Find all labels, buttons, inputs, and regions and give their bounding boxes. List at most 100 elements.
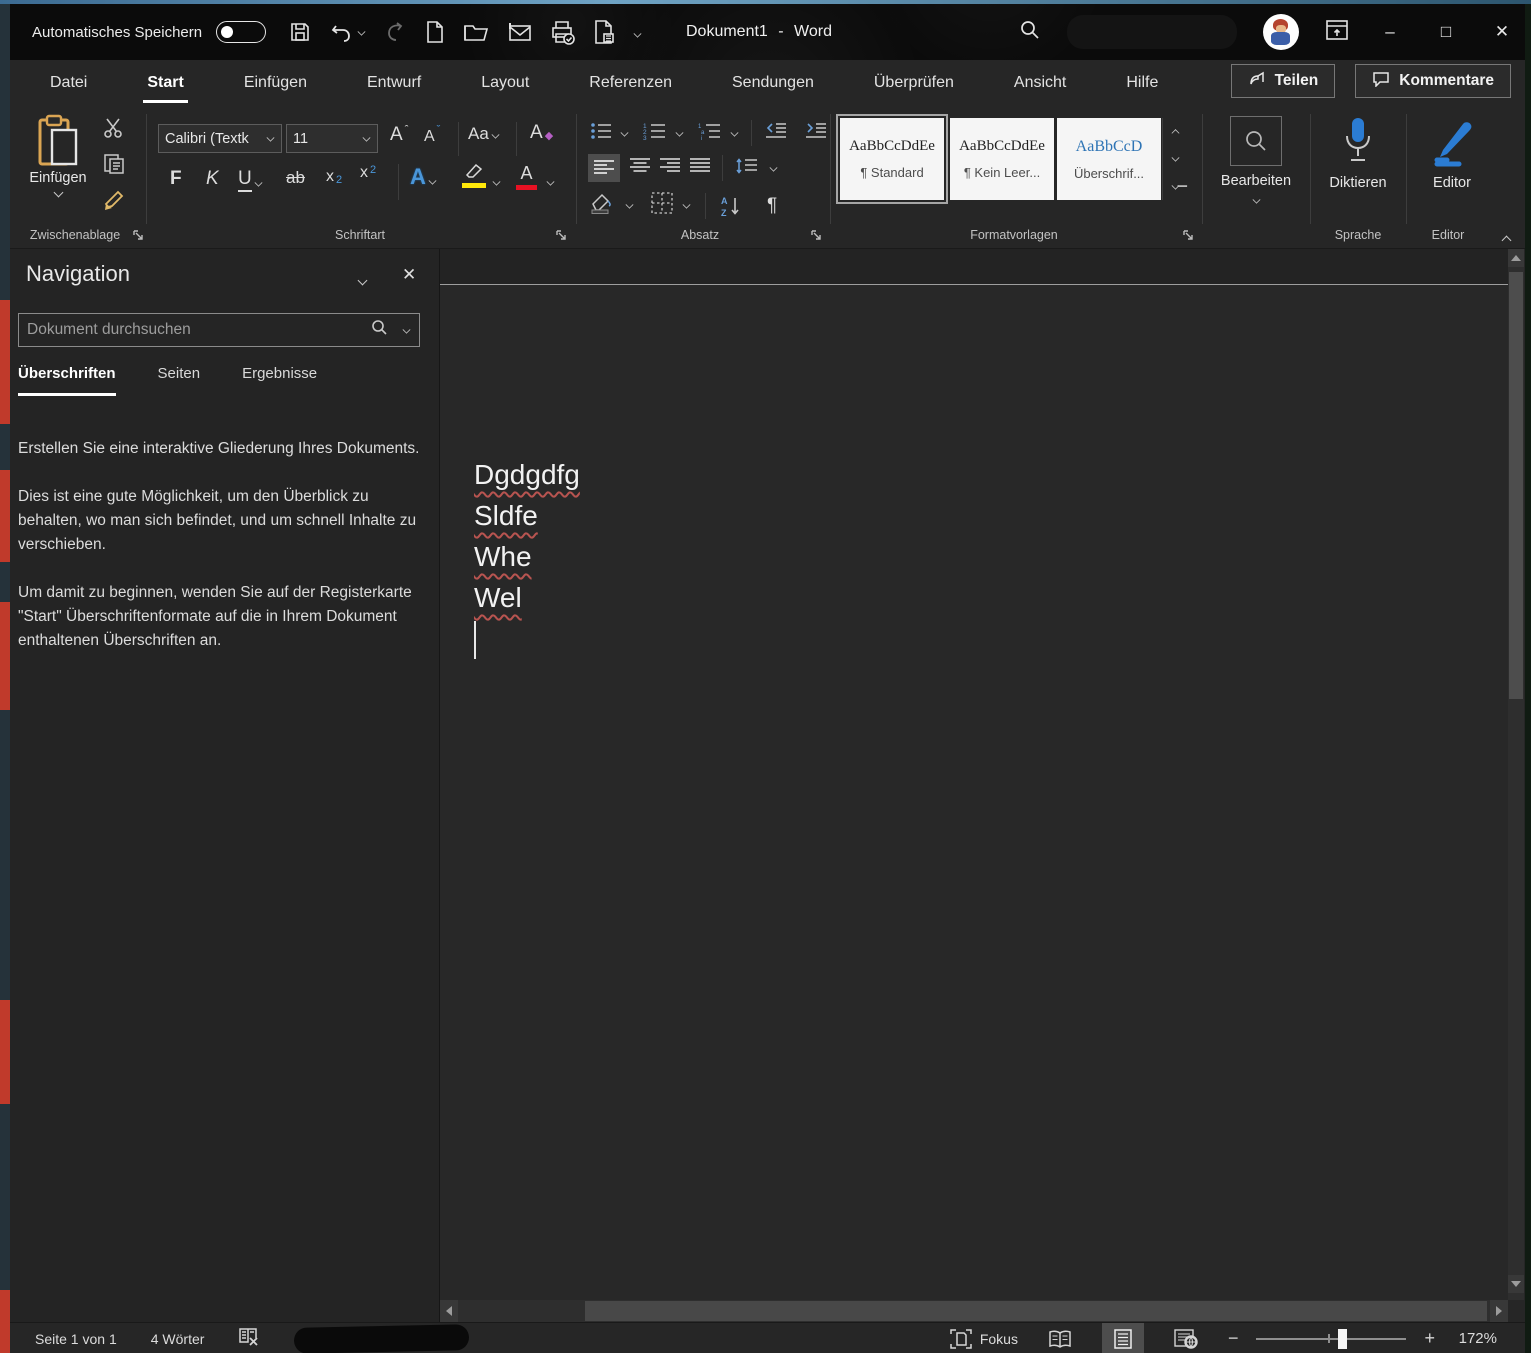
- justify-button[interactable]: [690, 157, 710, 179]
- tab-start[interactable]: Start: [117, 60, 213, 106]
- close-button[interactable]: ✕: [1487, 22, 1517, 42]
- font-size-combo[interactable]: 11: [286, 124, 378, 153]
- navigation-options-icon[interactable]: [358, 273, 367, 291]
- save-icon[interactable]: [288, 20, 312, 44]
- editing-dropdown-icon[interactable]: [1252, 197, 1259, 204]
- dictate-button[interactable]: Diktieren: [1316, 116, 1400, 191]
- grow-font-button[interactable]: Aˆ: [390, 124, 408, 146]
- scroll-right-button[interactable]: [1490, 1300, 1508, 1322]
- font-color-dropdown-icon[interactable]: [547, 179, 554, 186]
- tab-einfuegen[interactable]: Einfügen: [214, 60, 337, 106]
- undo-icon[interactable]: [329, 20, 353, 44]
- editor-button[interactable]: Editor: [1410, 116, 1494, 191]
- comments-button[interactable]: Kommentare: [1355, 64, 1511, 98]
- avatar[interactable]: [1263, 14, 1299, 50]
- nav-tab-ueberschriften[interactable]: Überschriften: [18, 365, 116, 396]
- paste-button[interactable]: Einfügen: [26, 114, 90, 222]
- shrink-font-button[interactable]: Aˇ: [424, 124, 440, 146]
- bold-button[interactable]: F: [170, 168, 182, 190]
- zoom-in-button[interactable]: +: [1424, 1328, 1435, 1349]
- vertical-scrollbar-thumb[interactable]: [1509, 272, 1523, 699]
- style-standard[interactable]: AaBbCcDdEe ¶ Standard: [836, 114, 948, 204]
- horizontal-scrollbar[interactable]: [440, 1300, 1508, 1322]
- nav-tab-seiten[interactable]: Seiten: [158, 365, 201, 396]
- align-right-button[interactable]: [660, 157, 680, 179]
- quick-print-icon[interactable]: [549, 19, 575, 45]
- shading-dropdown-icon[interactable]: [626, 202, 633, 209]
- autosave-toggle[interactable]: [216, 21, 267, 43]
- numbering-button[interactable]: 123: [643, 122, 667, 145]
- style-kein-leerraum[interactable]: AaBbCcDdEe ¶ Kein Leer...: [950, 118, 1054, 200]
- navigation-search-box[interactable]: [18, 313, 420, 347]
- search-input[interactable]: [27, 321, 371, 339]
- navigation-close-icon[interactable]: ✕: [402, 265, 416, 285]
- tab-entwurf[interactable]: Entwurf: [337, 60, 451, 106]
- maximize-button[interactable]: □: [1431, 22, 1461, 42]
- copy-button[interactable]: [102, 152, 126, 176]
- style-ueberschrift[interactable]: AaBbCcD Überschrif...: [1057, 118, 1161, 200]
- superscript-button[interactable]: x2: [360, 164, 376, 182]
- underline-dropdown-icon[interactable]: [255, 180, 262, 187]
- tab-layout[interactable]: Layout: [451, 60, 559, 106]
- pilcrow-button[interactable]: ¶: [767, 195, 777, 217]
- align-center-button[interactable]: [630, 157, 650, 179]
- multilevel-dropdown-icon[interactable]: [731, 129, 738, 136]
- qat-customize-icon[interactable]: [634, 30, 641, 37]
- decrease-indent-button[interactable]: [764, 122, 788, 145]
- horizontal-scrollbar-thumb[interactable]: [585, 1301, 1487, 1321]
- font-color-button[interactable]: A: [516, 164, 537, 190]
- tab-datei[interactable]: Datei: [20, 60, 117, 106]
- highlight-button[interactable]: [462, 162, 486, 188]
- styles-gallery-more[interactable]: [1163, 173, 1188, 200]
- text-effects-dropdown-icon[interactable]: [429, 178, 436, 185]
- zoom-slider-thumb[interactable]: [1338, 1329, 1348, 1349]
- tab-sendungen[interactable]: Sendungen: [702, 60, 844, 106]
- underline-button[interactable]: U: [238, 168, 263, 192]
- font-dialog-launcher[interactable]: [555, 229, 569, 243]
- tab-ueberpruefen[interactable]: Überprüfen: [844, 60, 984, 106]
- document-area[interactable]: Dgdgdfg Sldfe Whe Wel: [440, 249, 1508, 1300]
- styles-scroll-down[interactable]: [1163, 145, 1188, 172]
- line-spacing-button[interactable]: [735, 157, 759, 180]
- ribbon-display-options-icon[interactable]: [1325, 19, 1349, 46]
- clear-formatting-button[interactable]: A ◆: [530, 122, 553, 144]
- proofing-errors-icon[interactable]: [238, 1327, 260, 1350]
- borders-button[interactable]: [651, 192, 673, 219]
- minimize-button[interactable]: –: [1375, 22, 1405, 42]
- bullets-dropdown-icon[interactable]: [621, 129, 628, 136]
- strikethrough-button[interactable]: ab: [286, 168, 305, 188]
- zoom-out-button[interactable]: −: [1228, 1328, 1239, 1349]
- search-icon[interactable]: [1019, 19, 1041, 46]
- format-painter-button[interactable]: [102, 188, 128, 214]
- scroll-up-button[interactable]: [1508, 249, 1524, 267]
- share-button[interactable]: Teilen: [1230, 64, 1336, 98]
- borders-dropdown-icon[interactable]: [683, 202, 690, 209]
- read-mode-button[interactable]: [1036, 1323, 1084, 1353]
- document-line[interactable]: Dgdgdfg: [474, 454, 580, 495]
- subscript-button[interactable]: x2: [326, 168, 342, 186]
- zoom-slider[interactable]: [1256, 1323, 1407, 1353]
- document-line[interactable]: Wel: [474, 577, 522, 618]
- tab-referenzen[interactable]: Referenzen: [559, 60, 702, 106]
- document-line[interactable]: Whe: [474, 536, 532, 577]
- print-preview-icon[interactable]: [592, 19, 616, 45]
- word-count[interactable]: 4 Wörter: [151, 1331, 205, 1347]
- document-text[interactable]: Dgdgdfg Sldfe Whe Wel: [474, 454, 580, 618]
- web-layout-button[interactable]: [1162, 1323, 1210, 1353]
- document-page[interactable]: [440, 284, 1508, 1300]
- print-layout-button[interactable]: [1101, 1323, 1144, 1353]
- styles-dialog-launcher[interactable]: [1182, 229, 1196, 243]
- numbering-dropdown-icon[interactable]: [676, 129, 683, 136]
- paste-dropdown-icon[interactable]: [54, 189, 63, 198]
- vertical-scrollbar[interactable]: [1508, 249, 1524, 1300]
- new-document-icon[interactable]: [424, 20, 446, 44]
- search-dropdown-icon[interactable]: [403, 326, 410, 333]
- font-name-combo[interactable]: Calibri (Textk: [158, 124, 282, 153]
- line-spacing-dropdown-icon[interactable]: [770, 164, 777, 171]
- editing-button[interactable]: Bearbeiten: [1214, 116, 1298, 205]
- page-indicator[interactable]: Seite 1 von 1: [35, 1331, 117, 1347]
- tab-ansicht[interactable]: Ansicht: [984, 60, 1096, 106]
- tab-hilfe[interactable]: Hilfe: [1096, 60, 1188, 106]
- email-icon[interactable]: [506, 20, 532, 44]
- align-left-button[interactable]: [588, 154, 620, 182]
